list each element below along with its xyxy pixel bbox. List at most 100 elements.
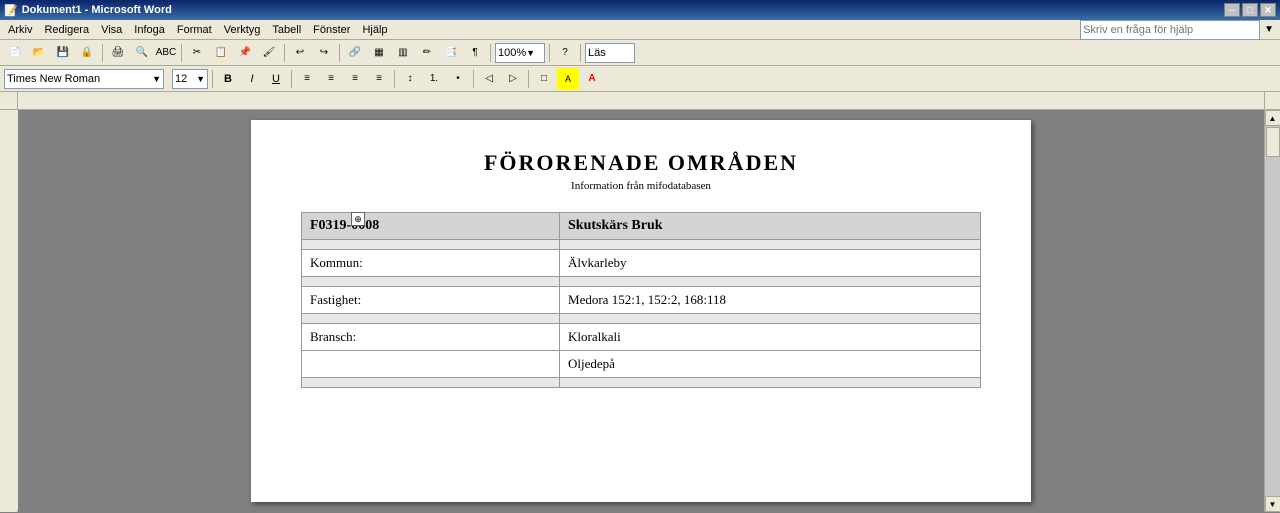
copy-button[interactable]: 📋 [210, 42, 232, 64]
menu-infoga[interactable]: Infoga [128, 22, 171, 38]
sep-f3 [394, 70, 395, 88]
print-button[interactable]: 🖨 [107, 42, 129, 64]
document-area: FÖRORENADE OMRÅDEN Information från mifo… [18, 110, 1264, 512]
paste-button[interactable]: 📌 [234, 42, 256, 64]
align-justify-button[interactable]: ≡ [368, 68, 390, 90]
numberedlist-button[interactable]: 1. [423, 68, 445, 90]
sep3 [284, 44, 285, 62]
table-row: Kommun: Älvkarleby [302, 250, 981, 277]
app-icon: 📝 [4, 4, 18, 17]
sep-f4 [473, 70, 474, 88]
page-subtitle: Information från mifodatabasen [301, 180, 981, 192]
font-size-arrow[interactable]: ▼ [196, 74, 205, 84]
table-container: ⊕ F0319-0008 Skutskärs Bruk [301, 212, 981, 388]
ruler-vertical [0, 110, 18, 512]
minimize-button[interactable]: ─ [1224, 3, 1240, 17]
ruler-v-svg [0, 110, 18, 510]
docmap-button[interactable]: 📑 [440, 42, 462, 64]
title-bar-controls: ─ □ ✕ [1224, 3, 1276, 17]
redo-button[interactable]: ↪ [313, 42, 335, 64]
new-button[interactable]: 📄 [4, 42, 26, 64]
linespacing-button[interactable]: ↕ [399, 68, 421, 90]
printpreview-button[interactable]: 🔍 [131, 42, 153, 64]
menu-visa[interactable]: Visa [95, 22, 128, 38]
table-row: Oljedepå [302, 351, 981, 378]
help-btn[interactable]: ? [554, 42, 576, 64]
toolbar-2: Times New Roman ▼ 12 ▼ B I U ≡ ≡ ≡ ≡ ↕ 1… [0, 66, 1280, 92]
table-label-kommun: Kommun: [302, 250, 560, 277]
highlight-button[interactable]: A [557, 68, 579, 90]
table-value-bransch2: Oljedepå [560, 351, 981, 378]
table-label-bransch: Bransch: [302, 324, 560, 351]
columns-button[interactable]: ▥ [392, 42, 414, 64]
menu-redigera[interactable]: Redigera [38, 22, 95, 38]
font-size-box[interactable]: 12 ▼ [172, 69, 208, 89]
open-button[interactable]: 📂 [28, 42, 50, 64]
italic-button[interactable]: I [241, 68, 263, 90]
sep-f5 [528, 70, 529, 88]
indent-button[interactable]: ▷ [502, 68, 524, 90]
cut-button[interactable]: ✂ [186, 42, 208, 64]
table-row [302, 378, 981, 388]
menu-fonster[interactable]: Fönster [307, 22, 356, 38]
menu-format[interactable]: Format [171, 22, 218, 38]
font-name-arrow[interactable]: ▼ [152, 74, 161, 84]
table-header-col2: Skutskärs Bruk [560, 213, 981, 240]
underline-button[interactable]: U [265, 68, 287, 90]
title-bar-title: 📝 Dokument1 - Microsoft Word [4, 4, 172, 17]
outside-border-button[interactable]: □ [533, 68, 555, 90]
sep7 [580, 44, 581, 62]
table-value-bransch1: Kloralkali [560, 324, 981, 351]
menu-bar: Arkiv Redigera Visa Infoga Format Verkty… [0, 20, 1280, 40]
menu-tabell[interactable]: Tabell [266, 22, 307, 38]
fontcolor-button[interactable]: A [581, 68, 603, 90]
sep4 [339, 44, 340, 62]
table-row [302, 240, 981, 250]
outdent-button[interactable]: ◁ [478, 68, 500, 90]
showformat-button[interactable]: ¶ [464, 42, 486, 64]
toolbar-1: 📄 📂 💾 🔒 🖨 🔍 ABC ✂ 📋 📌 🖌 ↩ ↪ 🔗 ▦ ▥ ✏ 📑 ¶ … [0, 40, 1280, 66]
undo-button[interactable]: ↩ [289, 42, 311, 64]
menu-verktyg[interactable]: Verktyg [218, 22, 267, 38]
zoom-input[interactable]: 100%▼ [495, 43, 545, 63]
scroll-track[interactable] [1265, 126, 1280, 496]
align-center-button[interactable]: ≡ [320, 68, 342, 90]
sep2 [181, 44, 182, 62]
align-right-button[interactable]: ≡ [344, 68, 366, 90]
menu-arkiv[interactable]: Arkiv [2, 22, 38, 38]
scroll-down-button[interactable]: ▼ [1265, 496, 1280, 512]
bulletlist-button[interactable]: • [447, 68, 469, 90]
document-table: F0319-0008 Skutskärs Bruk Kommun: Älvkar… [301, 212, 981, 388]
restore-button[interactable]: □ [1242, 3, 1258, 17]
table-row [302, 277, 981, 287]
table-value-kommun: Älvkarleby [560, 250, 981, 277]
ruler-row [0, 92, 1280, 110]
drawing-button[interactable]: ✏ [416, 42, 438, 64]
permission-button[interactable]: 🔒 [76, 42, 98, 64]
table-move-handle[interactable]: ⊕ [351, 212, 365, 226]
save-button[interactable]: 💾 [52, 42, 74, 64]
read-mode-btn[interactable]: Läs [585, 43, 635, 63]
title-bar-text: Dokument1 - Microsoft Word [22, 4, 172, 16]
table-row: Fastighet: Medora 152:1, 152:2, 168:118 [302, 287, 981, 314]
hyperlink-button[interactable]: 🔗 [344, 42, 366, 64]
help-arrow[interactable]: ▼ [1260, 24, 1278, 35]
align-left-button[interactable]: ≡ [296, 68, 318, 90]
sep5 [490, 44, 491, 62]
font-name-box[interactable]: Times New Roman ▼ [4, 69, 164, 89]
menu-hjalp[interactable]: Hjälp [356, 22, 393, 38]
formatpaint-button[interactable]: 🖌 [258, 42, 280, 64]
ruler-corner [0, 92, 18, 110]
sep-f2 [291, 70, 292, 88]
table-value-fastighet: Medora 152:1, 152:2, 168:118 [560, 287, 981, 314]
bold-button[interactable]: B [217, 68, 239, 90]
table-button[interactable]: ▦ [368, 42, 390, 64]
sep6 [549, 44, 550, 62]
scroll-thumb[interactable] [1266, 127, 1280, 157]
scroll-up-button[interactable]: ▲ [1265, 110, 1280, 126]
spellcheck-button[interactable]: ABC [155, 42, 177, 64]
close-button[interactable]: ✕ [1260, 3, 1276, 17]
help-search-input[interactable] [1080, 20, 1260, 40]
ruler-svg [18, 92, 1264, 109]
table-header-col1: F0319-0008 [302, 213, 560, 240]
